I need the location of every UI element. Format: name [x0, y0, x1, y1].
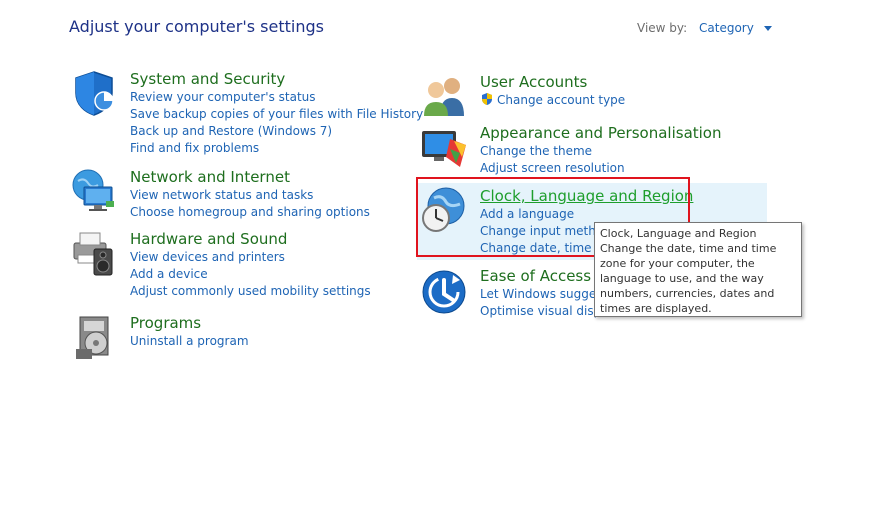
link-homegroup[interactable]: Choose homegroup and sharing options: [130, 204, 370, 221]
page-title: Adjust your computer's settings: [69, 17, 324, 36]
link-backup-restore[interactable]: Back up and Restore (Windows 7): [130, 123, 423, 140]
shield-icon: [70, 69, 118, 117]
link-file-history[interactable]: Save backup copies of your files with Fi…: [130, 106, 423, 123]
network-globe-icon: [70, 167, 118, 215]
category-title[interactable]: User Accounts: [480, 72, 625, 92]
link-network-status[interactable]: View network status and tasks: [130, 187, 370, 204]
uac-shield-icon: [480, 92, 494, 106]
view-by-dropdown[interactable]: Category: [699, 21, 754, 35]
ease-of-access-icon: [420, 266, 468, 314]
category-title[interactable]: Ease of Access: [480, 266, 612, 286]
tooltip-text: Change the date, time and time zone for …: [600, 242, 777, 315]
tooltip-title: Clock, Language and Region: [600, 227, 757, 240]
category-title[interactable]: Hardware and Sound: [130, 229, 371, 249]
link-mobility-settings[interactable]: Adjust commonly used mobility settings: [130, 283, 371, 300]
link-uninstall-program[interactable]: Uninstall a program: [130, 333, 249, 350]
link-review-status[interactable]: Review your computer's status: [130, 89, 423, 106]
programs-disc-icon: [70, 313, 118, 361]
category-title[interactable]: Network and Internet: [130, 167, 370, 187]
view-by-label: View by:: [637, 21, 688, 35]
monitor-paint-icon: [420, 123, 468, 171]
printer-speaker-icon: [70, 229, 118, 277]
link-optimise-display[interactable]: Optimise visual displa: [480, 303, 612, 320]
chevron-down-icon[interactable]: [763, 26, 772, 31]
link-devices-printers[interactable]: View devices and printers: [130, 249, 371, 266]
category-title[interactable]: Programs: [130, 313, 249, 333]
link-change-theme[interactable]: Change the theme: [480, 143, 722, 160]
users-icon: [420, 72, 468, 120]
link-screen-resolution[interactable]: Adjust screen resolution: [480, 160, 722, 177]
view-by-control: View by: Category: [637, 21, 772, 35]
category-title[interactable]: System and Security: [130, 69, 423, 89]
link-find-fix[interactable]: Find and fix problems: [130, 140, 423, 157]
link-change-account-type[interactable]: Change account type: [480, 92, 625, 109]
link-windows-suggest[interactable]: Let Windows suggest: [480, 286, 612, 303]
tooltip: Clock, Language and Region Change the da…: [594, 222, 802, 317]
link-label: Change account type: [497, 93, 626, 107]
category-title[interactable]: Appearance and Personalisation: [480, 123, 722, 143]
link-add-device[interactable]: Add a device: [130, 266, 371, 283]
